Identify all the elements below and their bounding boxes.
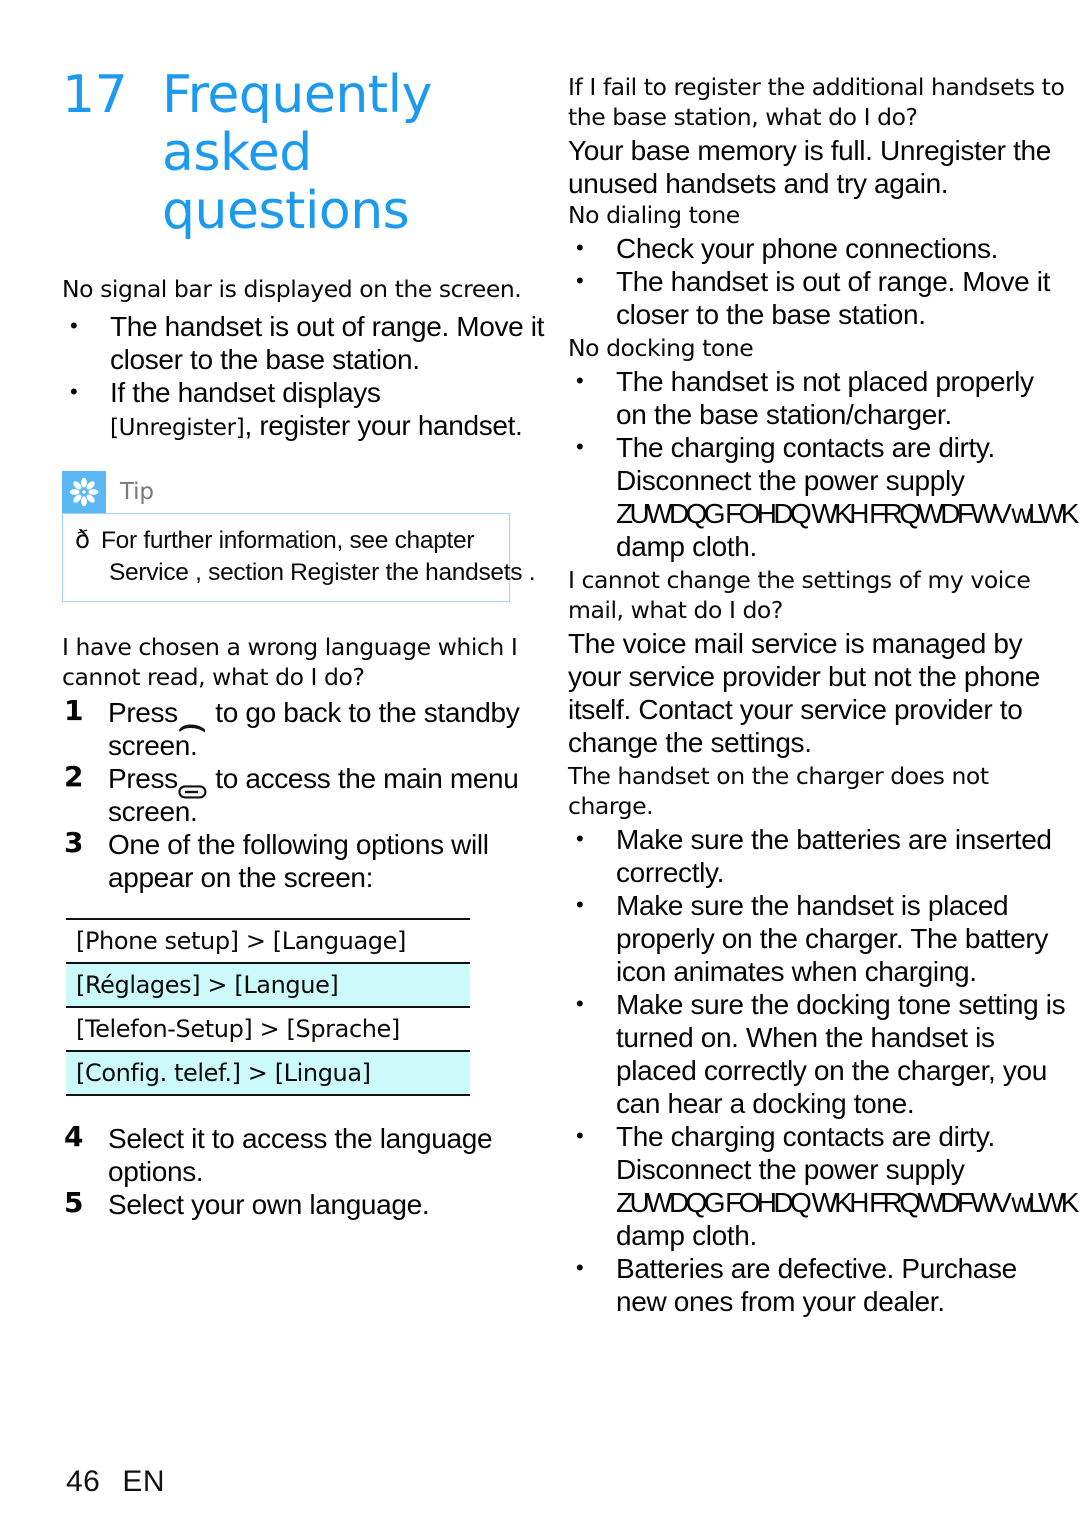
- list-item: Batteries are defective. Purchase new on…: [568, 1251, 1068, 1318]
- question-voice-mail: I cannot change the settings of my voice…: [568, 566, 1031, 624]
- list-item: Make sure the batteries are inserted cor…: [568, 822, 1068, 889]
- language-steps-list-continued: 4 Select it to access the language option…: [62, 1120, 554, 1221]
- list-item: Check your phone connections.: [568, 231, 1068, 265]
- chapter-title-line-1: Frequently: [162, 65, 432, 125]
- list-item: Make sure the docking tone setting is tu…: [568, 987, 1068, 1120]
- step-text: Select it to access the language options…: [108, 1123, 493, 1187]
- soft-key-icon: [178, 774, 208, 799]
- step-number: 3: [64, 826, 84, 859]
- tip-box: Tip ð For further information, see chapte…: [62, 471, 536, 602]
- tip-text-1: For further information, see chapter: [101, 527, 475, 554]
- bullet-text: The charging contacts are dirty. Disconn…: [616, 1121, 995, 1185]
- garbled-encoding-line: ZUWDQG FOHDQ WKH FRQWDFWV wLWK D: [616, 1187, 1080, 1218]
- list-item: Make sure the handset is placed properly…: [568, 888, 1068, 988]
- answer-list-no-dialing-tone: Check your phone connections. The handse…: [568, 231, 1068, 331]
- chapter-title-line-3: questions: [162, 181, 410, 241]
- list-item: The handset is out of range. Move it clo…: [62, 309, 554, 376]
- chapter-title-line-2: asked: [162, 123, 312, 183]
- language-code: EN: [122, 1465, 166, 1498]
- language-steps-list: 1 Press to go back to the standby screen.…: [62, 694, 554, 894]
- step-text-before: Press: [108, 697, 178, 728]
- bullet-text: The charging contacts are dirty. Disconn…: [616, 432, 995, 496]
- chapter-number: 17: [62, 65, 128, 125]
- answer-voice-mail: The voice mail service is managed by you…: [568, 628, 1040, 758]
- bullet-text-tail: damp cloth.: [616, 1220, 757, 1251]
- question-wrong-language: I have chosen a wrong language which I c…: [62, 633, 518, 691]
- end-call-key-icon: [178, 709, 208, 733]
- list-item: The handset is out of range. Move it clo…: [568, 264, 1068, 331]
- table-row: [Telefon-Setup] > [Sprache]: [66, 1006, 470, 1052]
- left-column: 17 Frequently asked questions No signal …: [62, 66, 554, 1221]
- list-item: The charging contacts are dirty. Disconn…: [568, 430, 1080, 563]
- right-column: If I fail to register the additional han…: [568, 72, 1080, 1318]
- step-number: 5: [64, 1186, 84, 1219]
- bullet-text-tail: damp cloth.: [616, 531, 757, 562]
- bullet-text-suffix: , register your handset.: [244, 410, 523, 441]
- tip-bullet-icon: ð: [75, 525, 90, 554]
- question-register-fail: If I fail to register the additional han…: [568, 73, 1065, 131]
- step-number: 4: [64, 1120, 84, 1153]
- answer-list-no-docking-tone: The handset is not placed properly on th…: [568, 364, 1080, 563]
- answer-list-no-signal-bar: The handset is out of range. Move it clo…: [62, 309, 554, 445]
- tip-label: Tip: [120, 479, 154, 505]
- question-no-dialing-tone: No dialing tone: [568, 201, 740, 229]
- step-text-after: One of the following options will appear…: [108, 829, 489, 893]
- language-options-table: [Phone setup] > [Language] [Réglages] > …: [66, 918, 470, 1096]
- answer-list-charger-not-charging: Make sure the batteries are inserted cor…: [568, 822, 1080, 1318]
- step-number: 2: [64, 760, 84, 793]
- list-item: 3 One of the following options will appea…: [62, 826, 554, 894]
- bullet-text-prefix: If the handset displays: [110, 377, 381, 408]
- answer-register-fail: Your base memory is full. Unregister the…: [568, 135, 1051, 199]
- table-cell: [Config. telef.] > [Lingua]: [66, 1050, 470, 1096]
- unregister-token: [Unregister]: [110, 415, 245, 441]
- garbled-encoding-line: ZUWDQG FOHDQ WKH FRQWDFWV wLWK D: [616, 498, 1080, 529]
- table-row: [Réglages] > [Langue]: [66, 962, 470, 1008]
- table-cell: [Réglages] > [Langue]: [66, 962, 470, 1008]
- tip-body: ð For further information, see chapter Se…: [62, 513, 536, 602]
- table-cell: [Phone setup] > [Language]: [66, 918, 470, 964]
- table-row: [Phone setup] > [Language]: [66, 918, 470, 964]
- list-item: 4 Select it to access the language option…: [62, 1120, 554, 1188]
- tip-line-1: ð For further information, see chapter: [73, 524, 503, 557]
- question-no-signal-bar: No signal bar is displayed on the screen…: [62, 275, 522, 303]
- list-item: The handset is not placed properly on th…: [568, 364, 1068, 431]
- page-footer: 46 EN: [66, 1465, 165, 1499]
- page-title: 17 Frequently asked questions: [62, 66, 554, 240]
- asterisk-flower-icon: [62, 471, 106, 513]
- tip-line-2: Service , section Register the handsets …: [109, 559, 536, 586]
- list-item: 1 Press to go back to the standby screen.: [62, 694, 554, 762]
- step-number: 1: [64, 694, 84, 727]
- table-cell: [Telefon-Setup] > [Sprache]: [66, 1006, 470, 1052]
- list-item: 5 Select your own language.: [62, 1186, 554, 1221]
- page-number: 46: [66, 1465, 101, 1498]
- table-row: [Config. telef.] > [Lingua]: [66, 1050, 470, 1096]
- tip-header: Tip: [62, 471, 510, 513]
- question-charger-not-charging: The handset on the charger does not char…: [568, 762, 989, 820]
- step-text: Select your own language.: [108, 1189, 430, 1220]
- list-item: If the handset displays [Unregister], reg…: [62, 375, 554, 445]
- list-item: 2 Press to access the main menu screen.: [62, 760, 554, 828]
- manual-page: 17 Frequently asked questions No signal …: [0, 0, 1080, 1527]
- list-item: The charging contacts are dirty. Disconn…: [568, 1119, 1080, 1252]
- step-text-before: Press: [108, 763, 178, 794]
- question-no-docking-tone: No docking tone: [568, 334, 754, 362]
- chapter-title-words: Frequently asked questions: [162, 66, 554, 240]
